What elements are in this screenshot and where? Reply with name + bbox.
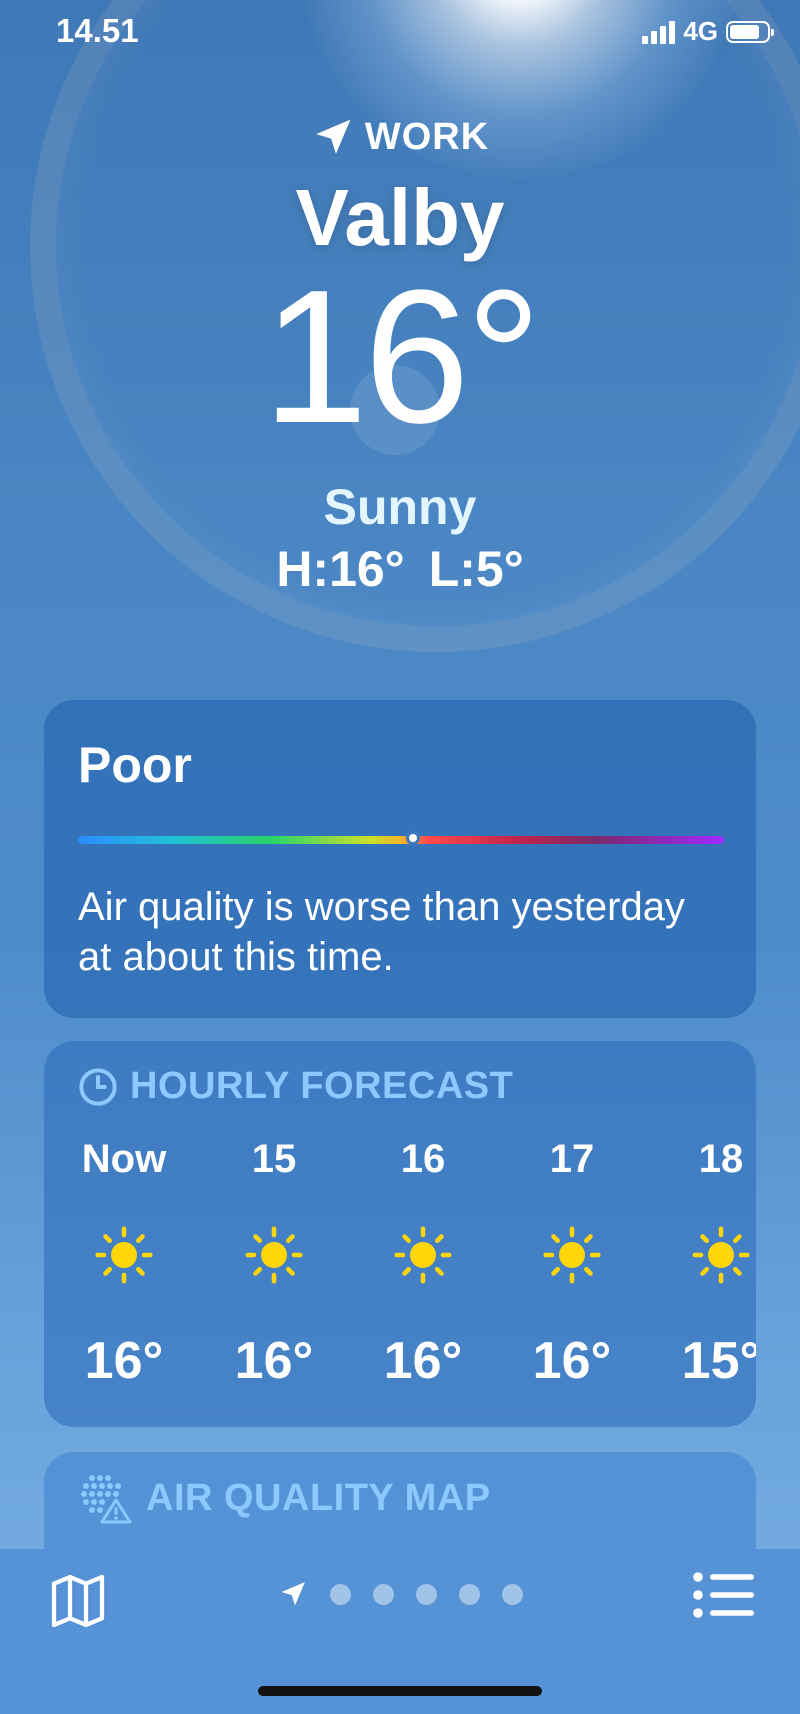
- current-temperature: 16°: [262, 251, 541, 463]
- air-quality-indicator: [406, 831, 420, 845]
- weather-screen: 14.51 4G WORK Valby 16° Sunny H:16° L:5° …: [0, 0, 800, 1714]
- list-icon[interactable]: [692, 1571, 754, 1619]
- hour-label: 15: [251, 1137, 297, 1181]
- air-quality-description: Air quality is worse than yesterday at a…: [78, 885, 685, 979]
- hour-label: Now: [81, 1137, 167, 1181]
- low-temp: L:5°: [428, 541, 524, 597]
- air-quality-level: Poor: [78, 737, 192, 793]
- page-dot[interactable]: [329, 1583, 351, 1605]
- sun-icon: [394, 1226, 452, 1284]
- hour-temp: 15°: [681, 1332, 756, 1390]
- battery-icon: [726, 20, 774, 43]
- clock-icon: [79, 1067, 117, 1106]
- page-indicator[interactable]: [0, 1579, 800, 1609]
- home-indicator[interactable]: [258, 1686, 542, 1696]
- hour-temp: 16°: [234, 1332, 314, 1390]
- location-label-text: WORK: [364, 115, 490, 158]
- status-indicators: 4G: [642, 16, 774, 47]
- air-quality-scale: [78, 836, 724, 844]
- air-quality-map-title: AIR QUALITY MAP: [146, 1476, 491, 1519]
- location-arrow-icon: [281, 1582, 305, 1606]
- high-temp: H:16°: [276, 541, 405, 597]
- high-low: H:16° L:5°: [0, 540, 800, 598]
- network-type: 4G: [683, 16, 718, 46]
- page-dot[interactable]: [501, 1583, 523, 1605]
- page-dot[interactable]: [372, 1583, 394, 1605]
- page-dot[interactable]: [458, 1583, 480, 1605]
- location-arrow-icon: [315, 119, 351, 154]
- bottom-toolbar: [0, 1549, 800, 1714]
- hourly-forecast-card[interactable]: HOURLY FORECAST Now 16° 15 16° 16 16° 17 16° 18 1…: [44, 1041, 756, 1427]
- air-quality-card[interactable]: Poor Air quality is worse than yesterday…: [44, 700, 756, 1018]
- hour-label: 18: [698, 1137, 744, 1181]
- air-quality-warning-icon: [81, 1475, 132, 1524]
- hour-temp: 16°: [383, 1332, 463, 1390]
- hourly-scroll[interactable]: HOURLY FORECAST Now 16° 15 16° 16 16° 17 16° 18 1…: [44, 1041, 756, 1427]
- air-quality-map-header: AIR QUALITY MAP: [78, 1472, 491, 1524]
- hour-label: 17: [549, 1137, 595, 1181]
- sun-icon: [692, 1226, 750, 1284]
- status-time: 14.51: [56, 12, 139, 49]
- sun-icon: [245, 1226, 303, 1284]
- page-dot[interactable]: [415, 1583, 437, 1605]
- sun-icon: [543, 1226, 601, 1284]
- hourly-title: HOURLY FORECAST: [130, 1065, 514, 1107]
- signal-icon: [642, 20, 676, 44]
- hour-temp: 16°: [84, 1332, 164, 1390]
- location-label: WORK: [0, 115, 800, 159]
- hour-temp: 16°: [532, 1332, 612, 1390]
- hour-label: 16: [400, 1137, 446, 1181]
- sun-icon: [95, 1226, 153, 1284]
- hourly-header: HOURLY FORECAST: [78, 1065, 513, 1108]
- weather-condition: Sunny: [323, 479, 477, 535]
